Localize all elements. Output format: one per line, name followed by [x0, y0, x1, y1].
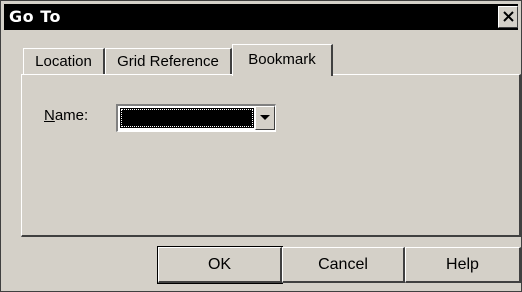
- tab-grid-reference[interactable]: Grid Reference: [105, 48, 232, 74]
- close-button[interactable]: [498, 6, 518, 28]
- name-combobox[interactable]: [116, 104, 276, 132]
- chevron-down-icon: [260, 115, 270, 120]
- name-combobox-value[interactable]: [120, 108, 254, 128]
- window-title: Go To: [9, 7, 61, 26]
- bookmark-panel: [21, 74, 521, 237]
- name-label: Name:: [44, 107, 88, 124]
- name-label-text: ame:: [54, 107, 89, 124]
- tab-bookmark[interactable]: Bookmark: [232, 44, 333, 76]
- name-label-mnemonic: N: [44, 107, 55, 124]
- tab-panel-joint: [233, 74, 331, 76]
- ok-button[interactable]: OK: [157, 246, 283, 284]
- cancel-button[interactable]: Cancel: [282, 247, 405, 283]
- tab-location[interactable]: Location: [23, 48, 105, 74]
- go-to-dialog: Go To Location Grid Reference Bookmark N…: [0, 0, 522, 292]
- title-bar[interactable]: Go To: [4, 4, 518, 30]
- name-dropdown-button[interactable]: [255, 106, 275, 130]
- help-button[interactable]: Help: [405, 247, 521, 283]
- close-icon: [503, 11, 514, 22]
